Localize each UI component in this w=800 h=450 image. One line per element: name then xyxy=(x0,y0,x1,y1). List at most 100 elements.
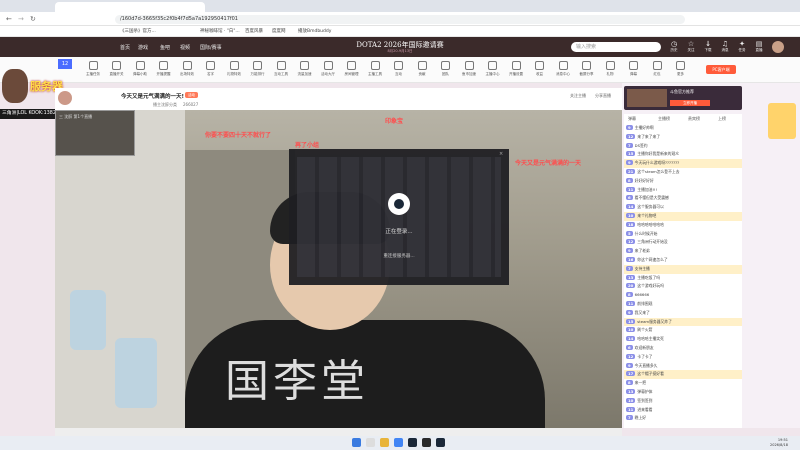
room-tool-item[interactable]: 团队 xyxy=(433,59,459,77)
room-tool-item[interactable]: 万能排行 xyxy=(245,59,271,77)
room-tool-item[interactable]: 开播提醒 xyxy=(151,59,177,77)
promo-badge[interactable] xyxy=(768,103,796,139)
chat-message[interactable]: 15 主播你好我是新来的观众 xyxy=(624,150,742,159)
chat-message[interactable]: 20 这个游戏好玩吗 xyxy=(624,282,742,291)
tab-danmu[interactable]: 弹幕 xyxy=(628,116,636,122)
chat-message[interactable]: 13 主播吃饭了吗 xyxy=(624,274,742,283)
chat-message[interactable]: 9 今天玩什么游戏呀??????? xyxy=(624,159,742,168)
room-tool-item[interactable]: 互动 xyxy=(386,59,412,77)
chat-message[interactable]: 21 这个steam怎么登不上去 xyxy=(624,168,742,177)
tab-anchor-rank[interactable]: 主播榜 xyxy=(658,116,670,122)
chat-message[interactable]: 9 来了老弟 xyxy=(624,247,742,256)
event-banner-title[interactable]: DOTA2 2026年国际邀请赛 xyxy=(345,41,455,49)
room-tool-item[interactable]: 直播开关 xyxy=(104,59,130,77)
bookmark-item[interactable]: 神秘咖啡馆 · "白"... xyxy=(200,28,240,34)
chat-message[interactable]: 6 看不懂但是大受震撼 xyxy=(624,194,742,203)
url-input[interactable]: /160d7d-3665f35c2f0b4f7d5a7a192950417f01 xyxy=(115,15,685,24)
history-button[interactable]: ◷ 历史 xyxy=(666,40,682,53)
nav-games[interactable]: 游戏 xyxy=(138,44,148,51)
browser-tab[interactable] xyxy=(55,2,205,12)
bookmark-item[interactable]: 百度风暴 xyxy=(245,28,263,34)
chat-message[interactable]: 12 来了来了来了 xyxy=(624,133,742,142)
search-input[interactable]: 输入搜索 xyxy=(571,42,661,52)
room-tool-item[interactable]: 截屏分享 xyxy=(574,59,600,77)
nav-home[interactable]: 首页 xyxy=(120,44,130,51)
chat-message[interactable]: 9 主播好帅啊 xyxy=(624,124,742,133)
room-tool-item[interactable]: 鱼币加速 xyxy=(456,59,482,77)
chat-message[interactable]: 12 卡了卡了 xyxy=(624,353,742,362)
bookmark-item[interactable]: 度度网 xyxy=(272,28,286,34)
room-tool-item[interactable]: 流量加速 xyxy=(292,59,318,77)
chat-message[interactable]: 10 签到签到 xyxy=(624,397,742,406)
room-tool-item[interactable]: 互动工具 xyxy=(268,59,294,77)
steam-icon[interactable] xyxy=(408,438,417,447)
chat-message[interactable]: 10 来个礼物吧 xyxy=(624,211,742,221)
streamer-avatar[interactable] xyxy=(58,91,72,105)
chat-message[interactable]: 12 三角洲行动开始没 xyxy=(624,238,742,247)
room-tool-item[interactable]: 名字 xyxy=(198,59,224,77)
room-tool-item[interactable]: 消息中心 xyxy=(550,59,576,77)
start-icon[interactable] xyxy=(352,438,361,447)
nav-events[interactable]: 国际/赛事 xyxy=(200,44,222,51)
task-button[interactable]: ✦ 任务 xyxy=(734,40,750,53)
chat-message[interactable]: 16 你这个网速怎么了 xyxy=(624,256,742,265)
room-tool-item[interactable]: 弹幕 xyxy=(621,59,647,77)
chat-message[interactable]: 11 进来看看 xyxy=(624,406,742,415)
chat-message[interactable]: 8 666666 xyxy=(624,291,742,300)
app-icon[interactable] xyxy=(422,438,431,447)
follow-button[interactable]: ☆ 关注 xyxy=(683,40,699,53)
activity-badge[interactable]: 活动 xyxy=(185,92,198,98)
message-button[interactable]: ♫ 消息 xyxy=(717,40,733,53)
chat-message[interactable]: 8 来一把 xyxy=(624,379,742,388)
close-icon[interactable]: × xyxy=(499,151,503,157)
chat-list[interactable]: 9 主播好帅啊 12 来了来了来了 7 DS签约 15 主播你好我是新来的观众 9 今天玩什么游戏… xyxy=(624,124,742,428)
chat-message[interactable]: 17 这个帽子挺好看 xyxy=(624,370,742,380)
bookmark-item[interactable]: 播放Bmdbuddy xyxy=(298,28,331,34)
room-tool-item[interactable]: 更多 xyxy=(668,59,694,77)
nav-yuba[interactable]: 鱼吧 xyxy=(160,44,170,51)
room-tool-item[interactable]: 出场特效 xyxy=(174,59,200,77)
follow-streamer-link[interactable]: 关注主播 xyxy=(570,93,586,99)
live-button[interactable]: ▤ 直播 xyxy=(751,40,767,53)
room-tool-item[interactable]: 主播任务 xyxy=(80,59,106,77)
chat-message[interactable]: 7 支持主播 xyxy=(624,264,742,274)
share-stream-link[interactable]: 分享直播 xyxy=(595,93,611,99)
chat-message[interactable]: 14 哈哈哈主播笑死 xyxy=(624,335,742,344)
search-icon[interactable] xyxy=(366,438,375,447)
nav-video[interactable]: 视频 xyxy=(180,44,190,51)
forward-icon[interactable]: → xyxy=(18,15,24,23)
chat-message[interactable]: 9 今天直播多久 xyxy=(624,362,742,371)
chat-message[interactable]: 9 我又来了 xyxy=(624,309,742,318)
chat-message[interactable]: 13 弹幕护体 xyxy=(624,388,742,397)
chat-message[interactable]: 7 晚上好 xyxy=(624,414,742,423)
explorer-icon[interactable] xyxy=(380,438,389,447)
download-button[interactable]: ↓ 下载 xyxy=(700,40,716,53)
tab-vip-rank[interactable]: 贵宾榜 xyxy=(688,116,700,122)
tab-top[interactable]: 上榜 xyxy=(718,116,726,122)
chat-message[interactable]: 11 主播加油!!! xyxy=(624,186,742,195)
avatar[interactable] xyxy=(772,41,784,53)
room-tool-item[interactable]: 收益 xyxy=(527,59,553,77)
chat-message[interactable]: 5 什么时候开始 xyxy=(624,230,742,239)
room-tool-item[interactable]: 房间管理 xyxy=(339,59,365,77)
room-tool-item[interactable]: 红包 xyxy=(644,59,670,77)
chat-message[interactable]: 11 前排围观 xyxy=(624,300,742,309)
room-tool-item[interactable]: 礼物 xyxy=(597,59,623,77)
start-live-button[interactable]: 立即开播 xyxy=(670,100,710,106)
reload-icon[interactable]: ↻ xyxy=(30,15,36,23)
back-icon[interactable]: ← xyxy=(6,15,12,23)
clock[interactable]: 19:51 2026/8/18 xyxy=(770,438,788,447)
room-tool-item[interactable]: 贡献 xyxy=(409,59,435,77)
chat-message[interactable]: 18 哈哈哈哈哈哈哈 xyxy=(624,221,742,230)
chat-message[interactable]: 14 这个服务器可以 xyxy=(624,203,742,212)
gift-bar[interactable] xyxy=(55,428,622,436)
room-tool-item[interactable]: 主播中心 xyxy=(480,59,506,77)
chat-message[interactable]: 8 好好好好好 xyxy=(624,177,742,186)
room-tool-item[interactable]: 活动大厅 xyxy=(315,59,341,77)
recommend-card[interactable]: 斗鱼官方推荐 立即开播 xyxy=(624,86,742,110)
steam-icon[interactable] xyxy=(436,438,445,447)
chat-message[interactable]: 6 欢迎新朋友 xyxy=(624,344,742,353)
room-tool-item[interactable]: 礼物特效 xyxy=(221,59,247,77)
room-tool-item[interactable]: 弹幕小助 xyxy=(127,59,153,77)
chat-message[interactable]: 7 DS签约 xyxy=(624,142,742,151)
